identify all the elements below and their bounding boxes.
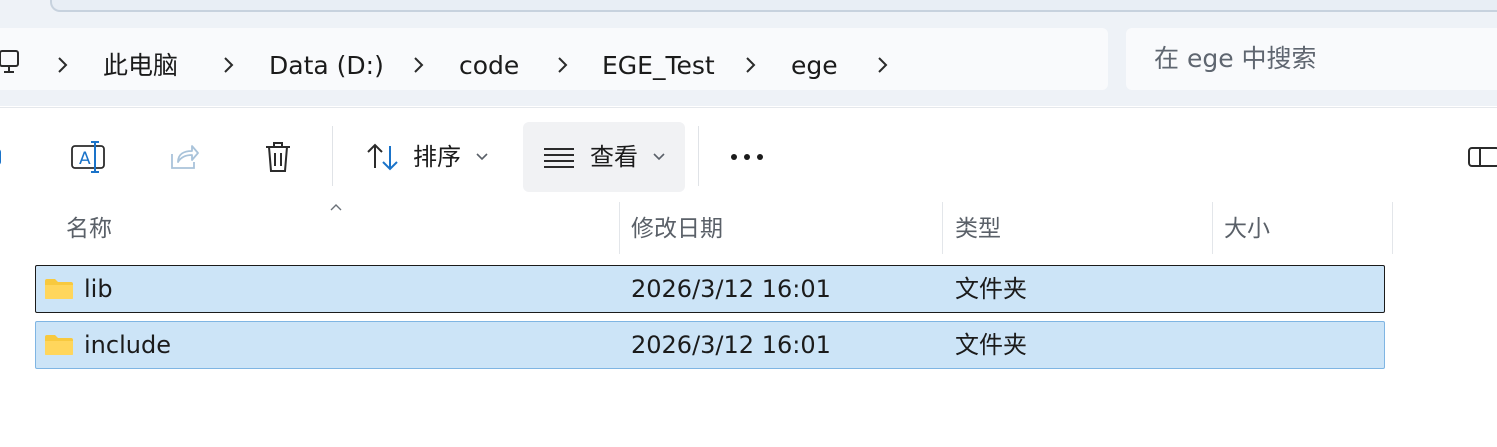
column-type[interactable]: 类型 [955, 214, 1001, 244]
column-name[interactable]: 名称 [66, 214, 112, 244]
column-divider[interactable] [619, 202, 620, 254]
details-pane-icon[interactable] [1466, 146, 1497, 168]
file-explorer-window: 此电脑 Data (D:) code EGE_Test ege 在 ege 中搜… [0, 0, 1497, 447]
file-type: 文件夹 [955, 331, 1027, 359]
breadcrumb-this-pc[interactable]: 此电脑 [103, 50, 178, 82]
view-button[interactable]: 查看 [523, 122, 685, 192]
address-row: 此电脑 Data (D:) code EGE_Test ege 在 ege 中搜… [0, 18, 1497, 106]
breadcrumb-code[interactable]: code [459, 50, 519, 82]
search-placeholder[interactable]: 在 ege 中搜索 [1154, 43, 1317, 75]
breadcrumb-drive-d[interactable]: Data (D:) [269, 50, 384, 82]
column-header: 名称 修改日期 类型 大小 [0, 202, 1497, 254]
file-type: 文件夹 [955, 275, 1027, 303]
svg-text:A: A [79, 149, 91, 169]
chevron-right-icon[interactable] [554, 56, 570, 74]
folder-icon [45, 279, 73, 299]
file-modified: 2026/3/12 16:01 [631, 275, 831, 303]
file-name[interactable]: include [84, 330, 171, 360]
table-row[interactable]: include 2026/3/12 16:01 文件夹 [35, 321, 1385, 369]
share-button[interactable] [154, 122, 214, 192]
chevron-right-icon[interactable] [874, 56, 890, 74]
more-options-button[interactable] [716, 122, 778, 192]
address-bar[interactable]: 此电脑 Data (D:) code EGE_Test ege [0, 28, 1108, 90]
sort-label: 排序 [413, 143, 461, 171]
command-bar: A 排序 查看 [0, 107, 1497, 203]
sort-button[interactable]: 排序 [352, 122, 502, 192]
column-divider[interactable] [942, 202, 943, 254]
chevron-right-icon[interactable] [220, 56, 236, 74]
toolbar-separator [698, 126, 699, 186]
column-size[interactable]: 大小 [1224, 214, 1270, 244]
chevron-right-icon[interactable] [54, 56, 70, 74]
column-divider[interactable] [1392, 202, 1393, 254]
folder-icon [45, 335, 73, 355]
share-icon [171, 145, 199, 169]
active-tab-edge[interactable] [50, 0, 1497, 12]
new-item-icon[interactable] [0, 146, 8, 168]
table-row[interactable]: lib 2026/3/12 16:01 文件夹 [35, 265, 1385, 313]
file-modified: 2026/3/12 16:01 [631, 331, 831, 359]
list-view-icon [544, 148, 574, 168]
search-box[interactable]: 在 ege 中搜索 [1126, 28, 1497, 90]
rename-icon: A [71, 141, 105, 173]
breadcrumb-ege-test[interactable]: EGE_Test [602, 50, 715, 82]
rename-button[interactable]: A [58, 122, 118, 192]
chevron-down-icon [653, 153, 665, 161]
delete-button[interactable] [248, 122, 308, 192]
column-divider[interactable] [1212, 202, 1213, 254]
computer-icon[interactable] [0, 49, 20, 75]
delete-icon [266, 142, 290, 172]
file-name[interactable]: lib [84, 274, 113, 304]
chevron-right-icon[interactable] [742, 56, 758, 74]
chevron-right-icon[interactable] [410, 56, 426, 74]
toolbar-separator [332, 126, 333, 186]
sort-ascending-icon [330, 204, 342, 211]
chevron-down-icon [476, 153, 488, 161]
column-modified[interactable]: 修改日期 [631, 214, 723, 244]
more-options-icon [731, 154, 763, 160]
sort-icon [367, 143, 398, 171]
breadcrumb-ege[interactable]: ege [791, 50, 838, 82]
view-label: 查看 [590, 143, 638, 171]
